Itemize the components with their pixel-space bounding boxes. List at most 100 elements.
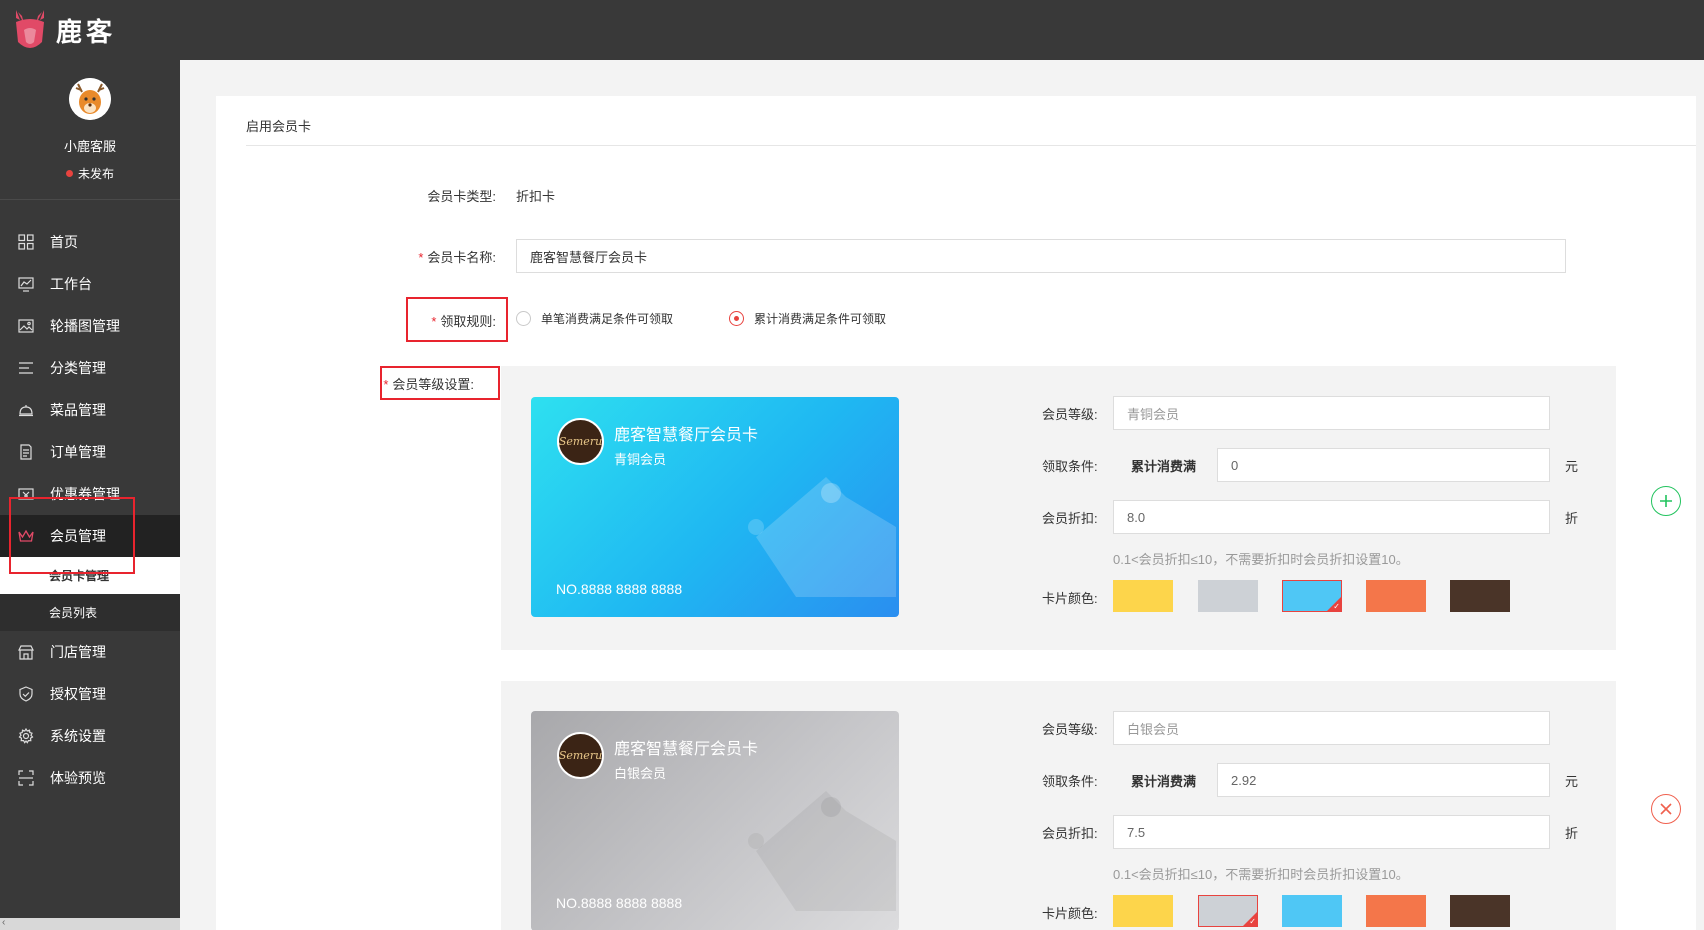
profile-name: 小鹿客服 bbox=[63, 139, 116, 154]
card-name-input[interactable] bbox=[516, 239, 1566, 273]
title-divider bbox=[246, 145, 1704, 146]
member-card-preview: Semeru 鹿客智慧餐厅会员卡 青铜会员 NO.8888 8888 8888 bbox=[531, 397, 899, 617]
member-level-label: 会员等级: bbox=[1042, 722, 1098, 737]
claim-condition-input[interactable]: 2.92 bbox=[1217, 763, 1550, 797]
color-swatch-yellow[interactable] bbox=[1113, 895, 1173, 927]
card-logo: Semeru bbox=[557, 418, 604, 465]
member-level-input[interactable]: 青铜会员 bbox=[1113, 396, 1550, 430]
monitor-chart-icon bbox=[17, 275, 35, 293]
plus-icon bbox=[1660, 495, 1672, 507]
card-number: NO.8888 8888 8888 bbox=[556, 581, 683, 597]
check-icon: ✓ bbox=[1333, 602, 1340, 611]
sidebar-item-label: 门店管理 bbox=[50, 644, 106, 660]
member-discount-input[interactable]: 7.5 bbox=[1113, 815, 1550, 849]
sidebar-item-workbench[interactable]: 工作台 bbox=[0, 263, 180, 305]
rule-option-cumulative[interactable]: 累计消费满足条件可领取 bbox=[729, 310, 886, 327]
sidebar-item-label: 系统设置 bbox=[50, 728, 106, 744]
claim-condition-label: 领取条件: bbox=[1042, 774, 1098, 789]
card-title: 鹿客智慧餐厅会员卡 bbox=[614, 427, 759, 444]
top-bar: 鹿客 bbox=[0, 0, 1704, 60]
avatar[interactable] bbox=[69, 78, 111, 120]
highlight-box-claim-rule bbox=[406, 297, 508, 342]
deer-avatar-icon bbox=[69, 78, 111, 120]
sidebar: 小鹿客服 未发布 首页 工作台 轮播图管理 分类管理 菜品管理 订单管理 优惠券… bbox=[0, 60, 180, 930]
sidebar-item-stores[interactable]: 门店管理 bbox=[0, 631, 180, 673]
color-swatch-brown[interactable] bbox=[1450, 580, 1510, 612]
member-level-label: 会员等级: bbox=[1042, 407, 1098, 422]
card-level: 白银会员 bbox=[614, 766, 667, 781]
profile-section: 小鹿客服 未发布 bbox=[0, 60, 180, 200]
sidebar-item-home[interactable]: 首页 bbox=[0, 221, 180, 263]
sidebar-subitem-member-list[interactable]: 会员列表 bbox=[0, 594, 180, 631]
page-vertical-scrollbar[interactable] bbox=[1696, 60, 1704, 930]
sidebar-item-category[interactable]: 分类管理 bbox=[0, 347, 180, 389]
color-swatch-orange[interactable] bbox=[1366, 895, 1426, 927]
sidebar-item-preview[interactable]: 体验预览 bbox=[0, 757, 180, 799]
claim-condition-prefix: 累计消费满 bbox=[1131, 774, 1197, 789]
color-swatch-blue[interactable]: ✓ bbox=[1282, 580, 1342, 612]
color-swatch-orange[interactable] bbox=[1366, 580, 1426, 612]
document-icon bbox=[17, 443, 35, 461]
discount-unit: 折 bbox=[1565, 826, 1579, 841]
sidebar-item-dishes[interactable]: 菜品管理 bbox=[0, 389, 180, 431]
discount-unit: 折 bbox=[1565, 511, 1579, 526]
discount-hint: 0.1<会员折扣≤10，不需要折扣时会员折扣设置10。 bbox=[1113, 552, 1409, 567]
store-icon bbox=[17, 643, 35, 661]
member-discount-label: 会员折扣: bbox=[1042, 511, 1098, 526]
card-title: 鹿客智慧餐厅会员卡 bbox=[614, 741, 759, 758]
image-icon bbox=[17, 317, 35, 335]
claim-condition-input[interactable]: 0 bbox=[1217, 448, 1550, 482]
card-type-label: 会员卡类型: bbox=[427, 189, 496, 204]
member-discount-input[interactable]: 8.0 bbox=[1113, 500, 1550, 534]
member-card-preview: Semeru 鹿客智慧餐厅会员卡 白银会员 NO.8888 8888 8888 bbox=[531, 711, 899, 930]
add-level-button[interactable] bbox=[1651, 486, 1681, 516]
card-level: 青铜会员 bbox=[614, 452, 667, 467]
color-swatch-gray[interactable]: ✓ bbox=[1198, 895, 1258, 927]
close-icon bbox=[1660, 803, 1672, 815]
member-level-block: Semeru 鹿客智慧餐厅会员卡 白银会员 NO.8888 8888 8888 … bbox=[501, 681, 1616, 930]
cloche-icon bbox=[17, 401, 35, 419]
sidebar-item-settings[interactable]: 系统设置 bbox=[0, 715, 180, 757]
color-swatch-blue[interactable] bbox=[1282, 895, 1342, 927]
sidebar-item-label: 体验预览 bbox=[50, 770, 106, 786]
highlight-box-level-settings bbox=[380, 366, 500, 400]
scan-icon bbox=[17, 769, 35, 787]
remove-level-button[interactable] bbox=[1651, 794, 1681, 824]
publish-status-text: 未发布 bbox=[77, 167, 114, 181]
scroll-left-icon[interactable]: ‹ bbox=[2, 917, 5, 928]
sidebar-item-label: 首页 bbox=[50, 234, 78, 250]
radio-checked-icon bbox=[729, 311, 744, 326]
deer-logo-icon bbox=[16, 10, 44, 48]
color-swatch-gray[interactable] bbox=[1198, 580, 1258, 612]
crown-watermark-icon bbox=[748, 791, 896, 911]
sidebar-subitem-label: 会员列表 bbox=[49, 606, 98, 620]
member-discount-label: 会员折扣: bbox=[1042, 826, 1098, 841]
card-name-label: * 会员卡名称: bbox=[418, 250, 496, 265]
required-mark: * bbox=[418, 250, 424, 265]
discount-hint: 0.1<会员折扣≤10，不需要折扣时会员折扣设置10。 bbox=[1113, 867, 1409, 882]
status-dot bbox=[65, 170, 73, 177]
rule-option-single[interactable]: 单笔消费满足条件可领取 bbox=[516, 310, 673, 327]
sidebar-item-banner[interactable]: 轮播图管理 bbox=[0, 305, 180, 347]
card-type-value: 折扣卡 bbox=[516, 189, 556, 204]
list-icon bbox=[17, 359, 35, 377]
sidebar-item-label: 订单管理 bbox=[50, 444, 106, 460]
crown-watermark-icon bbox=[748, 477, 896, 597]
sidebar-item-label: 轮播图管理 bbox=[50, 318, 120, 334]
sidebar-item-authorization[interactable]: 授权管理 bbox=[0, 673, 180, 715]
member-level-input[interactable]: 白银会员 bbox=[1113, 711, 1550, 745]
app-logo-text: 鹿客 bbox=[56, 16, 117, 47]
page-title: 启用会员卡 bbox=[246, 119, 312, 134]
condition-unit: 元 bbox=[1565, 774, 1579, 789]
card-color-label: 卡片颜色: bbox=[1042, 906, 1098, 921]
color-swatch-brown[interactable] bbox=[1450, 895, 1510, 927]
highlight-box-member-nav bbox=[9, 497, 135, 574]
sidebar-item-orders[interactable]: 订单管理 bbox=[0, 431, 180, 473]
claim-condition-label: 领取条件: bbox=[1042, 459, 1098, 474]
radio-unchecked-icon bbox=[516, 311, 531, 326]
color-swatch-yellow[interactable] bbox=[1113, 580, 1173, 612]
sidebar-horizontal-scrollbar[interactable]: ‹ bbox=[0, 917, 180, 930]
app-logo[interactable]: 鹿客 bbox=[12, 6, 116, 54]
gear-icon bbox=[17, 727, 35, 745]
card-logo: Semeru bbox=[557, 732, 604, 779]
